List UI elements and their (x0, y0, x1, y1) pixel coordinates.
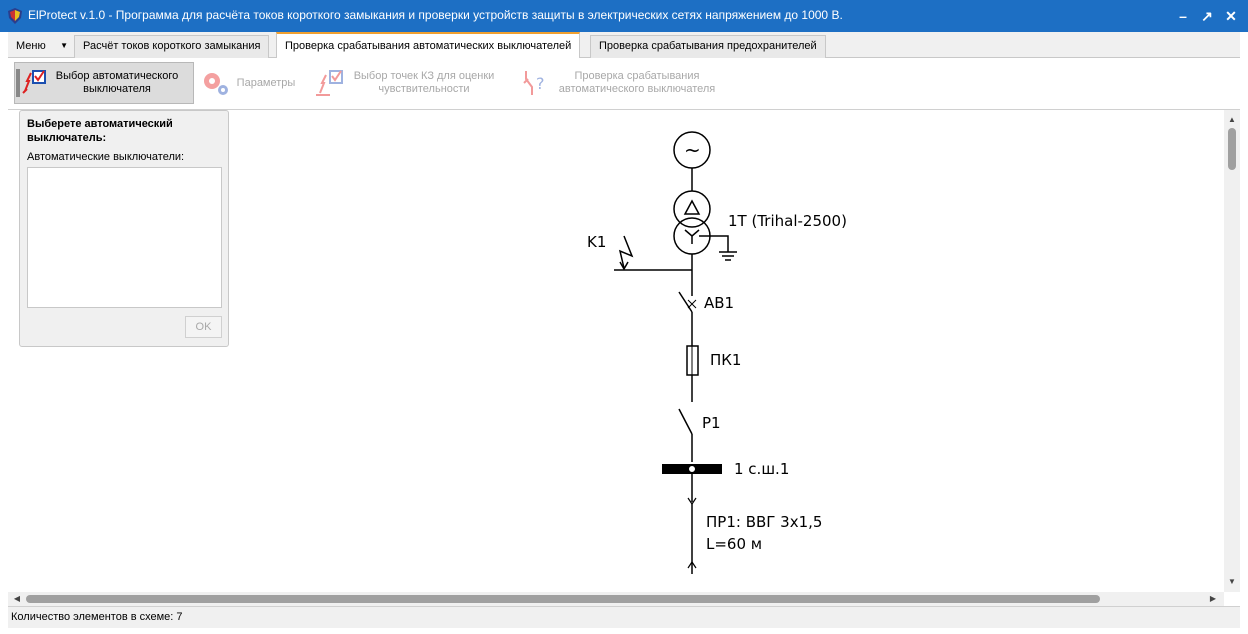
breaker-check-icon (16, 69, 46, 97)
scroll-right-icon[interactable]: ▶ (1206, 592, 1220, 606)
ribbon-button-label: Выбор точек КЗ для оценки (353, 70, 495, 82)
tab-label: Проверка срабатывания предохранителей (599, 40, 817, 52)
ok-button[interactable]: OK (185, 316, 222, 338)
breaker-label: AB1 (704, 294, 734, 312)
panel-title: Выберете автоматический выключатель: (27, 118, 173, 144)
cable-name-label: ПР1: ВВГ 3х1,5 (706, 513, 822, 531)
tab-breaker-check[interactable]: Проверка срабатывания автоматических вык… (276, 32, 581, 59)
breaker-list[interactable] (27, 167, 222, 308)
tab-fuse-check[interactable]: Проверка срабатывания предохранителей (590, 35, 826, 58)
tab-label: Расчёт токов короткого замыкания (83, 40, 261, 52)
ribbon-toolbar: Выбор автоматического выключателя Параме… (8, 58, 1240, 110)
menu-label: Меню (16, 40, 46, 52)
fault-point-check-icon (316, 70, 343, 96)
vertical-scrollbar[interactable]: ▲ ▼ (1224, 110, 1240, 592)
scroll-down-icon[interactable]: ▼ (1224, 574, 1240, 590)
horizontal-scrollbar[interactable]: ◀ ▶ (8, 592, 1224, 606)
busbar-symbol[interactable] (662, 464, 722, 474)
shield-icon (8, 8, 22, 24)
breaker-question-icon: ? (523, 71, 545, 95)
chevron-down-icon: ▼ (60, 41, 68, 50)
busbar-label: 1 с.ш.1 (734, 460, 789, 478)
breaker-symbol[interactable] (678, 290, 697, 346)
select-fault-points-button[interactable]: Выбор точек КЗ для оценки чувствительнос… (312, 62, 512, 104)
fuse-symbol[interactable] (686, 342, 699, 402)
maximize-icon[interactable]: ↗ (1196, 5, 1218, 27)
menu-button[interactable]: Меню ▼ (8, 35, 72, 57)
window-title: ElProtect v.1.0 - Программа для расчёта … (28, 8, 843, 22)
scroll-thumb[interactable] (26, 595, 1100, 603)
ribbon-button-label: Проверка срабатывания (574, 70, 700, 82)
breaker-selection-panel: Выберете автоматический выключатель: Авт… (19, 110, 229, 347)
tab-bar: Меню ▼ Расчёт токов короткого замыкания … (8, 32, 1240, 59)
title-bar: ElProtect v.1.0 - Программа для расчёта … (0, 0, 1248, 32)
cable-symbol[interactable] (687, 474, 697, 574)
cable-length-label: L=60 м (706, 535, 762, 553)
select-breaker-button[interactable]: Выбор автоматического выключателя (14, 62, 194, 104)
ribbon-button-label: Выбор автоматического (55, 70, 179, 82)
parameters-button[interactable]: Параметры (200, 62, 302, 104)
gears-icon (204, 73, 228, 95)
ribbon-button-label: чувствительности (378, 83, 470, 95)
scroll-up-icon[interactable]: ▲ (1224, 112, 1240, 128)
transformer-label: 1T (Trihal-2500) (728, 212, 847, 230)
ribbon-button-label: выключателя (83, 83, 151, 95)
tab-short-circuit-calc[interactable]: Расчёт токов короткого замыкания (74, 35, 270, 58)
scroll-thumb[interactable] (1228, 128, 1236, 170)
svg-text:?: ? (536, 74, 545, 93)
switch-symbol[interactable] (678, 408, 693, 462)
ribbon-button-label: Параметры (236, 76, 296, 89)
breaker-list-label: Автоматические выключатели: (27, 151, 185, 163)
check-breaker-trip-button[interactable]: ? Проверка срабатывания автоматического … (518, 62, 728, 104)
close-icon[interactable]: ✕ (1220, 5, 1242, 27)
fault-point-symbol[interactable] (614, 235, 692, 271)
tab-label: Проверка срабатывания автоматических вык… (285, 40, 572, 52)
fault-point-label: K1 (587, 233, 606, 251)
scroll-left-icon[interactable]: ◀ (10, 592, 24, 606)
element-count-text: Количество элементов в схеме: 7 (11, 611, 183, 623)
status-bar: Количество элементов в схеме: 7 (8, 606, 1240, 628)
ribbon-button-label: автоматического выключателя (558, 83, 716, 95)
switch-label: P1 (702, 414, 721, 432)
minimize-icon[interactable]: – (1172, 5, 1194, 27)
source-symbol-label: ~ (684, 138, 701, 162)
fuse-label: ПК1 (710, 351, 741, 369)
work-area: ~ 1T (Trihal-2500) K1 AB1 ПК1 P1 1 с.ш.1… (8, 110, 1240, 606)
